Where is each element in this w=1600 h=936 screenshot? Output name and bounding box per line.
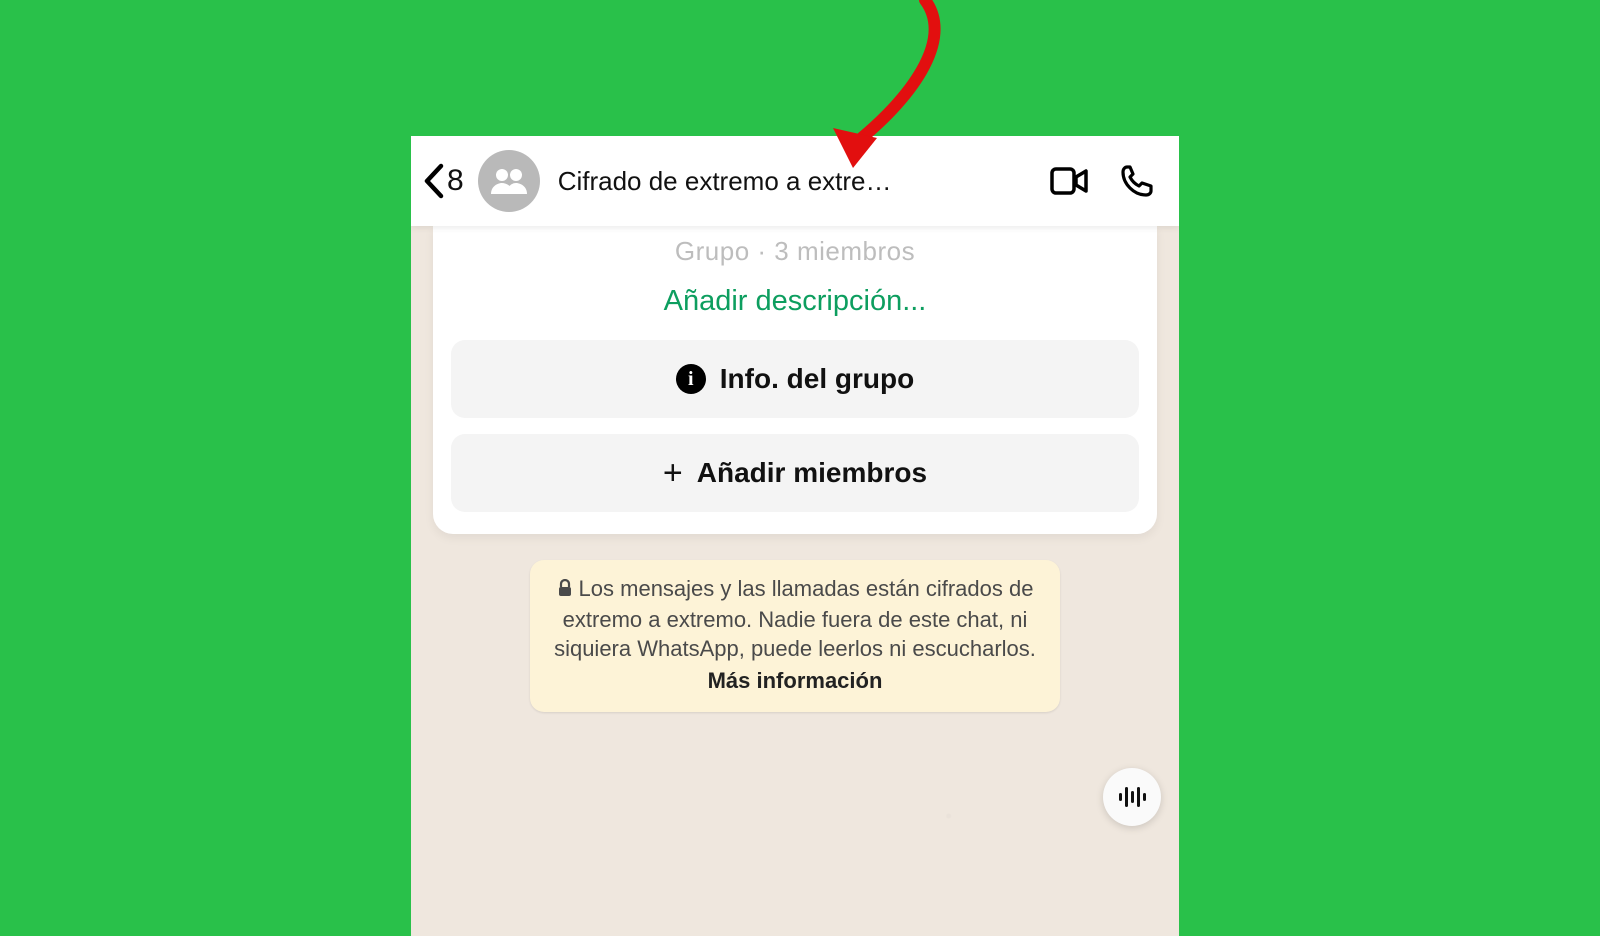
group-meta-text: Grupo · 3 miembros xyxy=(451,230,1139,275)
lock-icon xyxy=(557,575,573,605)
phone-screen: 8 Cifrado de extremo a extre… Grupo · 3 … xyxy=(411,136,1179,936)
group-info-button[interactable]: i Info. del grupo xyxy=(451,340,1139,418)
info-icon: i xyxy=(676,364,706,394)
encryption-more-link[interactable]: Más información xyxy=(550,666,1040,696)
voice-call-button[interactable] xyxy=(1113,157,1161,205)
group-icon xyxy=(489,166,529,196)
add-members-button[interactable]: + Añadir miembros xyxy=(451,434,1139,512)
plus-icon: + xyxy=(663,456,683,490)
encryption-notice[interactable]: Los mensajes y las llamadas están cifrad… xyxy=(530,560,1060,712)
back-button[interactable]: 8 xyxy=(421,162,464,200)
encryption-text: Los mensajes y las llamadas están cifrad… xyxy=(554,576,1036,661)
video-camera-icon xyxy=(1050,167,1088,195)
group-info-label: Info. del grupo xyxy=(720,363,914,395)
audio-fab-button[interactable] xyxy=(1103,768,1161,826)
group-info-card: Grupo · 3 miembros Añadir descripción...… xyxy=(433,226,1157,534)
add-members-label: Añadir miembros xyxy=(697,457,927,489)
add-description-link[interactable]: Añadir descripción... xyxy=(451,275,1139,340)
phone-icon xyxy=(1120,164,1154,198)
chat-title[interactable]: Cifrado de extremo a extre… xyxy=(558,166,1025,197)
unread-count: 8 xyxy=(447,164,464,198)
video-call-button[interactable] xyxy=(1045,157,1093,205)
chevron-left-icon xyxy=(421,162,447,200)
group-avatar[interactable] xyxy=(478,150,540,212)
chat-header: 8 Cifrado de extremo a extre… xyxy=(411,136,1179,226)
waveform-icon xyxy=(1117,785,1147,809)
